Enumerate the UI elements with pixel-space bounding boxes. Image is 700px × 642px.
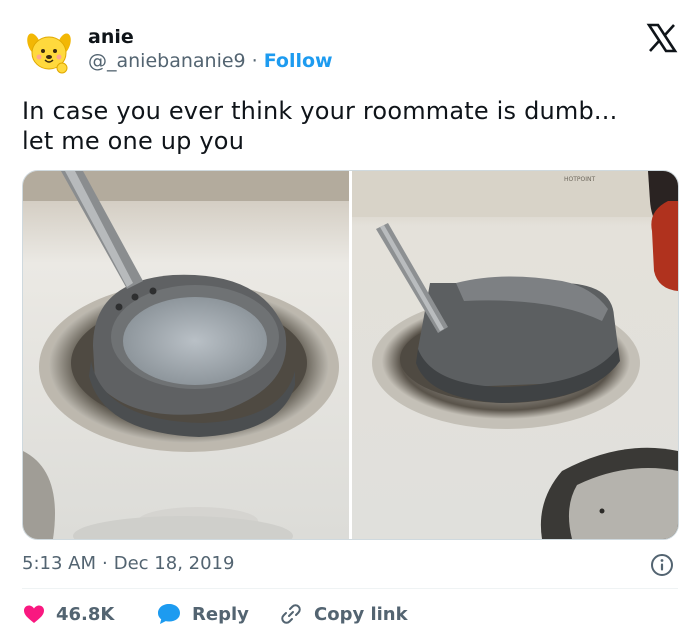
reply-button[interactable]: Reply bbox=[156, 602, 249, 626]
dog-avatar-icon bbox=[22, 24, 76, 78]
stove-brand-label: HOTPOINT bbox=[564, 176, 595, 183]
photo-left[interactable] bbox=[23, 171, 349, 539]
timestamp[interactable]: 5:13 AM · Dec 18, 2019 bbox=[22, 553, 234, 574]
tweet-time: 5:13 AM bbox=[22, 553, 96, 574]
follow-button[interactable]: Follow bbox=[264, 50, 333, 72]
handle[interactable]: @_aniebananie9 bbox=[88, 50, 246, 72]
info-icon[interactable] bbox=[650, 553, 674, 577]
copy-link-label: Copy link bbox=[314, 603, 408, 625]
reply-label: Reply bbox=[192, 603, 249, 625]
separator-dot: · bbox=[251, 50, 258, 72]
display-name[interactable]: anie bbox=[88, 26, 134, 48]
link-icon bbox=[281, 604, 301, 624]
like-count: 46.8K bbox=[56, 603, 115, 625]
tweet-date: Dec 18, 2019 bbox=[113, 553, 235, 574]
handle-line: @_aniebananie9 · Follow bbox=[88, 50, 333, 72]
tweet-text-line-2: let me one up you bbox=[22, 127, 245, 155]
media-grid: HOTPOINT bbox=[22, 170, 679, 540]
date-separator: · bbox=[102, 553, 108, 574]
speech-bubble-icon bbox=[158, 604, 180, 624]
divider-rule bbox=[22, 588, 678, 589]
avatar[interactable] bbox=[22, 24, 76, 78]
copy-link-button[interactable]: Copy link bbox=[278, 602, 408, 626]
tweet-text: In case you ever think your roommate is … bbox=[22, 96, 672, 156]
heart-icon bbox=[24, 605, 44, 623]
tweet-text-line-1: In case you ever think your roommate is … bbox=[22, 97, 618, 125]
tweet-header: anie @_aniebananie9 · Follow bbox=[22, 22, 682, 80]
photo-right[interactable]: HOTPOINT bbox=[352, 171, 678, 539]
like-button[interactable]: 46.8K bbox=[22, 602, 114, 626]
action-bar: 46.8K Reply Copy link bbox=[22, 600, 682, 630]
x-logo-icon[interactable] bbox=[646, 22, 678, 54]
